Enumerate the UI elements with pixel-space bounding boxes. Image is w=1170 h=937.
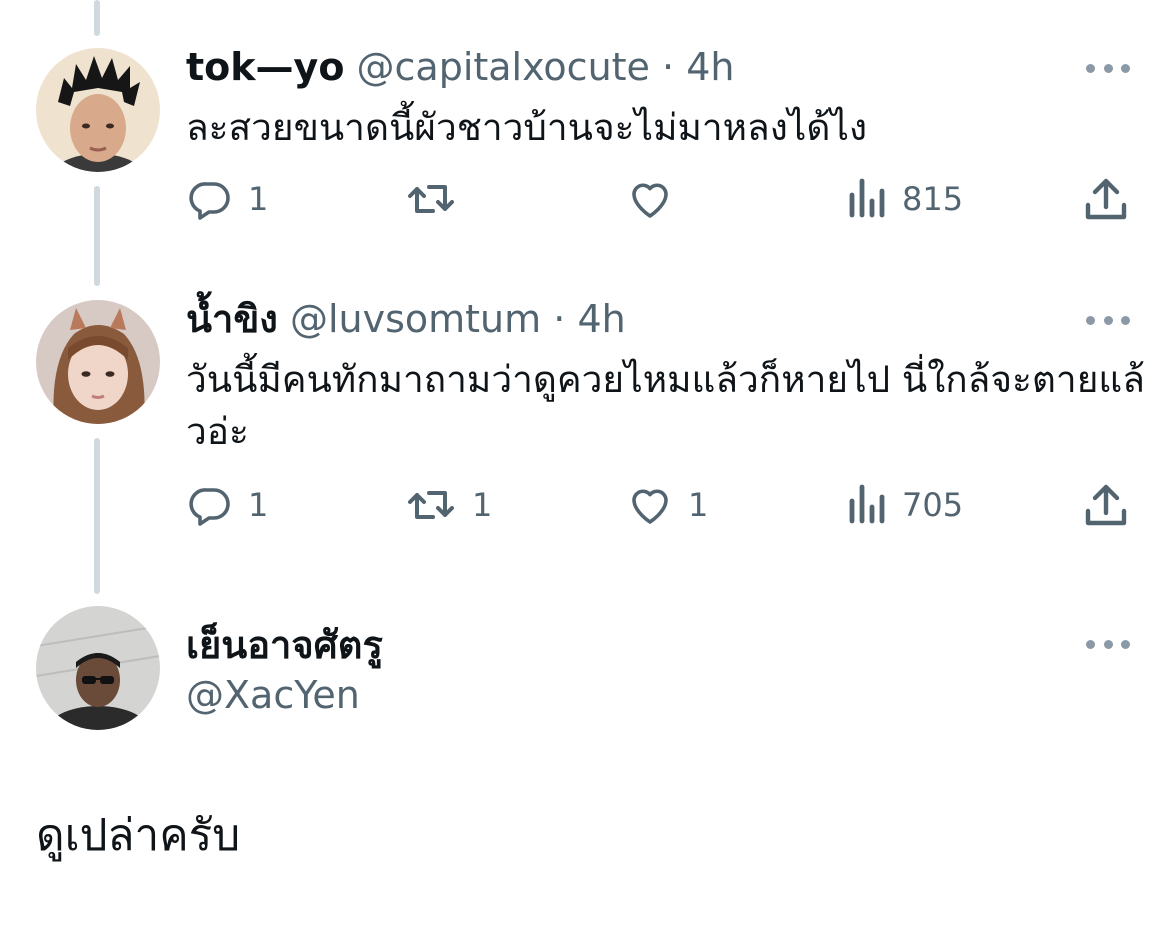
share-upload-icon — [1085, 178, 1127, 220]
timestamp[interactable]: 4h — [686, 45, 734, 89]
author-name[interactable]: tok—yo — [186, 45, 344, 89]
heart-icon — [632, 183, 668, 218]
retweet-count: 1 — [472, 486, 493, 524]
views-button[interactable]: 815 — [848, 174, 963, 224]
share-button[interactable] — [1084, 480, 1128, 530]
retweet-button[interactable] — [404, 174, 472, 224]
reply-header-1: tok—yo @capitalxocute · 4h — [186, 44, 735, 90]
author-handle[interactable]: @XacYen — [186, 670, 360, 720]
more-dots-icon[interactable] — [1086, 314, 1130, 326]
reply-bubble-icon — [189, 182, 230, 220]
share-button[interactable] — [1084, 174, 1128, 224]
reply-count: 1 — [248, 486, 269, 524]
like-count: 1 — [688, 486, 709, 524]
view-count: 705 — [902, 486, 964, 524]
retweet-icon — [408, 491, 454, 519]
separator-dot: · — [662, 45, 675, 89]
author-name[interactable]: เย็นอาจศัตรู — [186, 620, 383, 670]
like-button[interactable]: 1 — [626, 480, 708, 530]
tweet-text: วันนี้มีคนทักมาถามว่าดูควยไหมแล้วก็หายไป… — [186, 358, 1145, 453]
view-count: 815 — [902, 180, 964, 218]
thread-line-1 — [94, 186, 100, 286]
reply-button[interactable]: 1 — [186, 480, 268, 530]
avatar-namkhing[interactable] — [36, 300, 160, 424]
reply-count: 1 — [248, 180, 269, 218]
like-button[interactable] — [626, 174, 688, 224]
reply-bubble-icon — [189, 488, 230, 526]
analytics-bars-icon — [849, 178, 885, 218]
author-name[interactable]: น้ำขิง — [186, 297, 278, 341]
thread-line-2 — [94, 438, 100, 594]
avatar-xacyen[interactable] — [36, 606, 160, 730]
views-button[interactable]: 705 — [848, 480, 963, 530]
heart-icon — [632, 489, 668, 524]
reply-header-2: น้ำขิง @luvsomtum · 4h — [186, 296, 626, 342]
timestamp[interactable]: 4h — [577, 297, 625, 341]
tweet-text: ละสวยขนาดนี้ผัวชาวบ้านจะไม่มาหลงได้ไง — [186, 106, 868, 149]
reply-button[interactable]: 1 — [186, 174, 268, 224]
author-handle[interactable]: @capitalxocute — [357, 45, 650, 89]
retweet-icon — [408, 185, 454, 213]
thread-line-top — [94, 0, 100, 36]
action-bar: 1 1 1 705 — [186, 480, 1136, 530]
main-tweet-text: ดูเปล่าครับ — [36, 810, 241, 861]
retweet-button[interactable]: 1 — [404, 480, 492, 530]
more-dots-icon[interactable] — [1086, 638, 1130, 650]
share-upload-icon — [1085, 484, 1127, 526]
author-handle[interactable]: @luvsomtum — [290, 297, 541, 341]
action-bar: 1 815 — [186, 174, 1136, 224]
more-dots-icon[interactable] — [1086, 62, 1130, 74]
analytics-bars-icon — [849, 484, 885, 524]
separator-dot: · — [553, 297, 566, 341]
avatar-tokyo[interactable] — [36, 48, 160, 172]
